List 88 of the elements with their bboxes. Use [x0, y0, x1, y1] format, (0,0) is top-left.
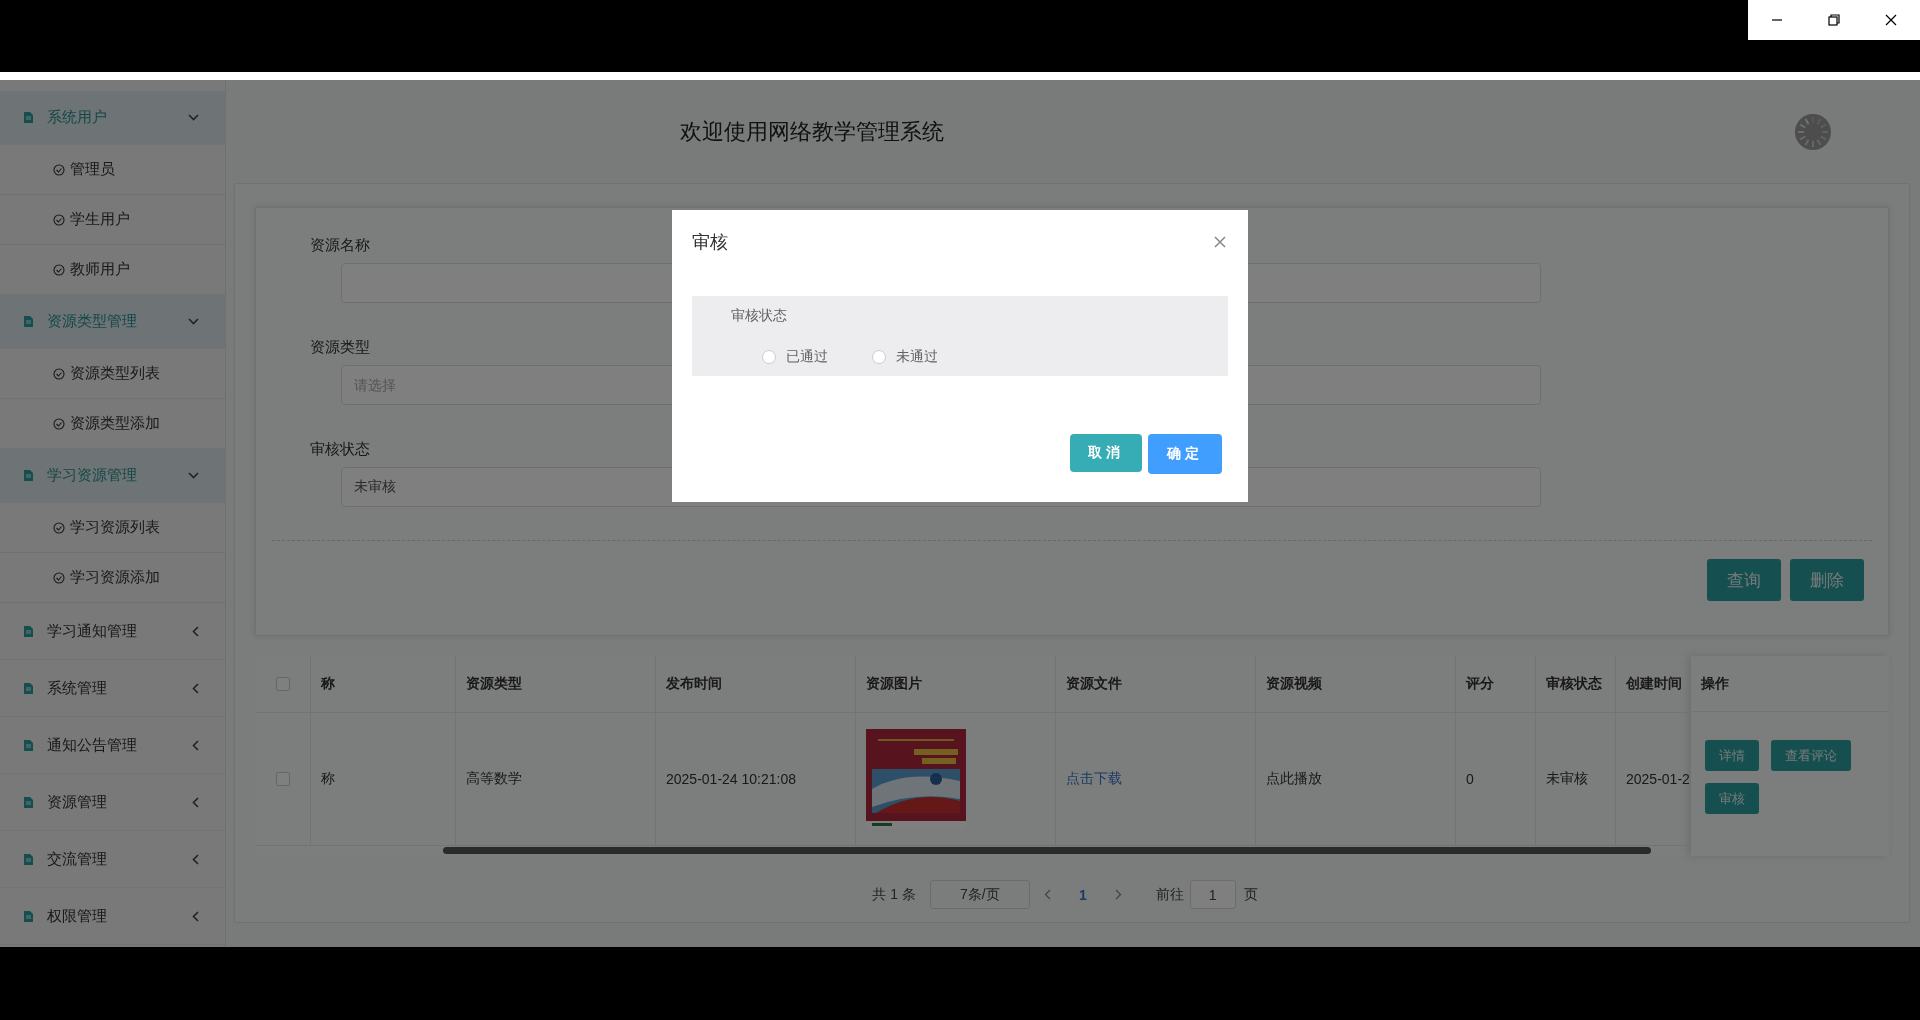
sidebar-menu-item[interactable]: 系统用户: [0, 91, 225, 145]
column-header: 称: [321, 675, 335, 693]
sidebar-menu-item[interactable]: 资源类型管理: [0, 295, 225, 349]
check-circle-icon: [53, 521, 65, 534]
column-header: 资源视频: [1266, 675, 1322, 693]
search-button[interactable]: 查询: [1707, 559, 1781, 601]
delete-button[interactable]: 删除: [1790, 559, 1864, 601]
field-label: 资源类型: [310, 338, 370, 357]
column-header: 资源类型: [466, 675, 522, 693]
chevron-down-icon: [188, 318, 199, 325]
sidebar-subitem[interactable]: 学习资源列表: [0, 503, 225, 553]
table-cell: 高等数学: [466, 770, 522, 788]
radio-option[interactable]: 已通过: [762, 348, 828, 366]
radio-button[interactable]: [872, 350, 886, 364]
check-circle-icon: [53, 213, 65, 226]
sidebar-menu-item[interactable]: 系统管理: [0, 660, 225, 717]
sidebar-menu-item[interactable]: 学习通知管理: [0, 603, 225, 660]
page-size-select[interactable]: 7条/页: [929, 880, 1030, 909]
chevron-down-icon: [188, 114, 199, 121]
radio-button[interactable]: [762, 350, 776, 364]
dialog-title: 审核: [692, 231, 728, 254]
sidebar-menu-item[interactable]: 交流管理: [0, 831, 225, 888]
chevron-left-icon: [192, 739, 199, 751]
column-header: 发布时间: [666, 675, 722, 693]
confirm-button[interactable]: 确定: [1148, 434, 1222, 474]
page-title: 欢迎使用网络教学管理系统: [680, 117, 945, 146]
close-icon[interactable]: [1885, 14, 1898, 26]
sidebar-menu-item[interactable]: 权限管理: [0, 888, 225, 945]
document-icon: [24, 853, 33, 865]
restore-icon[interactable]: [1828, 14, 1840, 26]
column-header: 审核状态: [1546, 675, 1602, 693]
chevron-left-icon: [192, 910, 199, 922]
check-circle-icon: [53, 417, 65, 430]
table-cell: 0: [1466, 771, 1474, 787]
chevron-down-icon: [188, 472, 199, 479]
field-label: 资源名称: [310, 236, 370, 255]
check-circle-icon: [53, 263, 65, 276]
check-circle-icon: [53, 367, 65, 380]
sidebar-subitem[interactable]: 学习资源添加: [0, 553, 225, 603]
review-button[interactable]: 审核: [1705, 783, 1759, 814]
document-icon: [24, 112, 33, 123]
table-cell: 未审核: [1546, 770, 1588, 788]
table-cell: 2025-01-2: [1626, 771, 1690, 787]
page-number[interactable]: 1: [1064, 886, 1101, 903]
next-page-icon[interactable]: [1114, 889, 1122, 900]
checkbox[interactable]: [275, 772, 290, 786]
total-count: 共 1 条: [872, 885, 916, 904]
column-header: 资源文件: [1066, 675, 1122, 693]
scrollbar-thumb[interactable]: [443, 847, 1651, 854]
details-button[interactable]: 详情: [1705, 740, 1759, 771]
checkbox[interactable]: [275, 677, 290, 691]
chevron-left-icon: [192, 853, 199, 865]
table-cell: 2025-01-24 10:21:08: [666, 771, 796, 787]
document-icon: [24, 910, 33, 922]
spinner-icon: [1794, 112, 1832, 151]
chevron-left-icon: [192, 796, 199, 808]
document-icon: [24, 470, 33, 481]
sidebar-subitem[interactable]: 资源类型列表: [0, 349, 225, 399]
column-header: 资源图片: [866, 675, 922, 693]
field-label: 审核状态: [310, 440, 370, 459]
document-icon: [24, 796, 33, 808]
sidebar-menu-item[interactable]: 通知公告管理: [0, 717, 225, 774]
chevron-left-icon: [192, 625, 199, 637]
goto-label: 前往: [1155, 885, 1184, 904]
field-label: 审核状态: [731, 307, 788, 325]
sidebar-menu-item[interactable]: 资源管理: [0, 774, 225, 831]
sidebar-subitem[interactable]: 学生用户: [0, 195, 225, 245]
check-circle-icon: [53, 163, 65, 176]
column-header: 创建时间: [1626, 675, 1682, 693]
page-suffix: 页: [1243, 885, 1258, 904]
comments-button[interactable]: 查看评论: [1771, 740, 1851, 771]
chevron-left-icon: [192, 682, 199, 694]
column-header: 操作: [1701, 674, 1729, 693]
previous-page-icon[interactable]: [1043, 889, 1051, 900]
document-icon: [24, 625, 33, 637]
cancel-button[interactable]: 取消: [1070, 434, 1142, 472]
column-header: 评分: [1466, 675, 1494, 693]
table-cell: 称: [321, 770, 335, 788]
radio-option[interactable]: 未通过: [872, 348, 938, 366]
page-input[interactable]: 1: [1189, 880, 1236, 909]
document-icon: [24, 316, 33, 327]
download-link[interactable]: 点击下载: [1066, 770, 1122, 788]
document-icon: [24, 739, 33, 751]
sidebar-subitem[interactable]: 管理员: [0, 145, 225, 195]
table-cell: 点此播放: [1266, 770, 1322, 788]
document-icon: [24, 682, 33, 694]
check-circle-icon: [53, 571, 65, 584]
sidebar-menu-item[interactable]: 学习资源管理: [0, 449, 225, 503]
